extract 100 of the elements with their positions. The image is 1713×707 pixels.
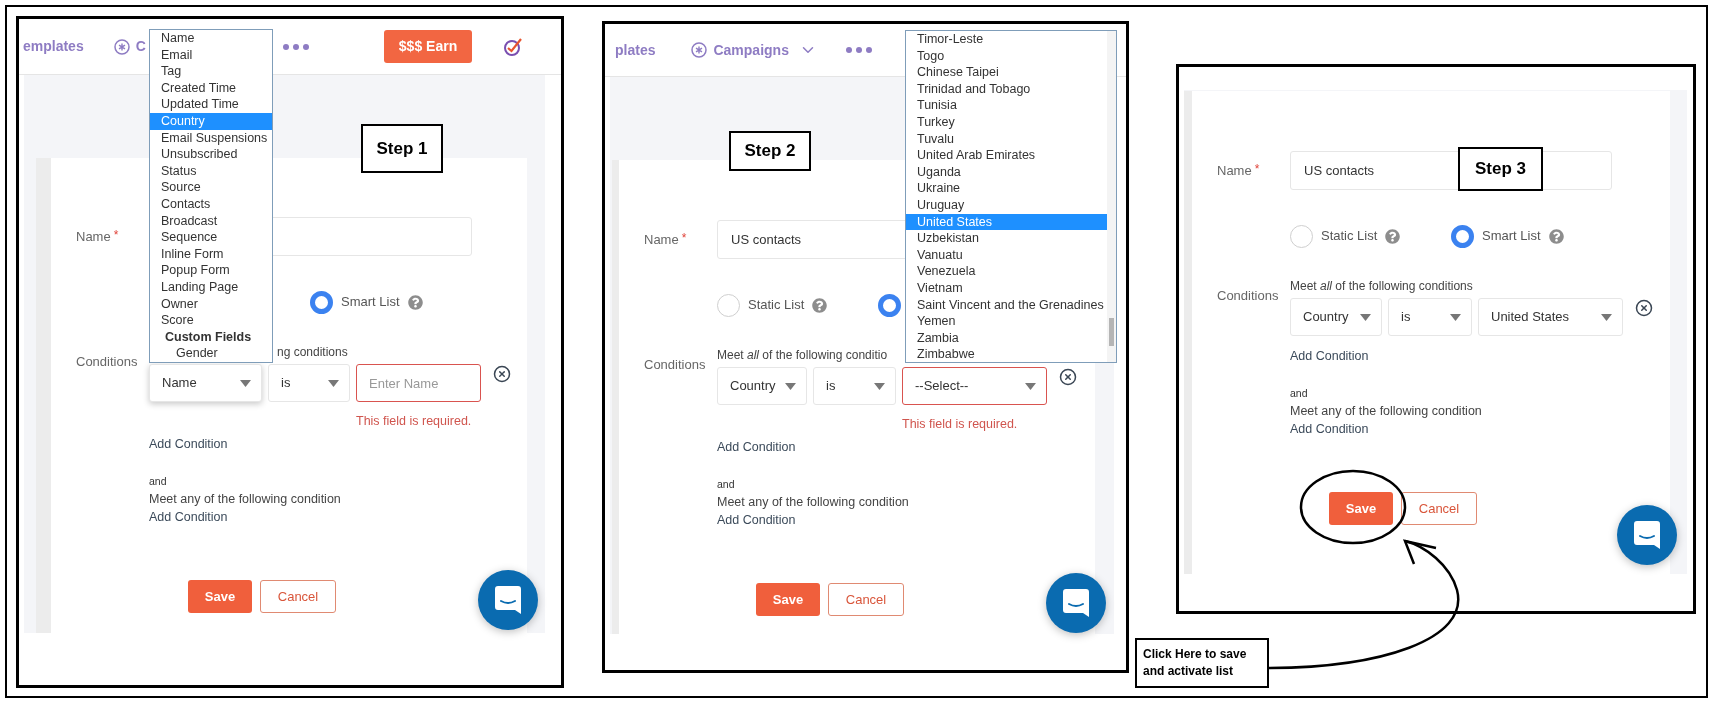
add-condition-link[interactable]: Add Condition xyxy=(149,508,228,526)
add-condition-link[interactable]: Add Condition xyxy=(1290,348,1369,364)
remove-icon[interactable] xyxy=(493,365,511,383)
dropdown-option[interactable]: Created Time xyxy=(150,79,272,97)
help-icon[interactable] xyxy=(1385,228,1401,244)
radio-button[interactable] xyxy=(717,293,740,317)
add-condition-link[interactable]: Add Condition xyxy=(1290,420,1369,438)
radio-button[interactable] xyxy=(878,293,901,317)
dropdown-option[interactable]: Turkey xyxy=(906,113,1107,131)
dropdown-option[interactable]: Ukraine xyxy=(906,180,1107,197)
add-condition-link[interactable]: Add Condition xyxy=(717,511,796,529)
any-conditions-intro: Meet any of the following condition xyxy=(717,494,909,511)
dropdown-option[interactable]: Sequence xyxy=(150,229,272,246)
help-icon[interactable] xyxy=(1548,228,1564,244)
dropdown-option[interactable]: Zambia xyxy=(906,329,1107,347)
more-icon[interactable] xyxy=(281,42,310,51)
step-label: Step 1 xyxy=(361,124,443,173)
scrollbar-thumb[interactable] xyxy=(1109,318,1114,346)
field-label: Name xyxy=(1217,161,1252,180)
dropdown-option[interactable]: Gender xyxy=(150,345,272,362)
dropdown-option[interactable]: Uruguay xyxy=(906,196,1107,214)
dropdown-option[interactable]: United Arab Emirates xyxy=(906,147,1107,164)
dropdown-option[interactable]: Vietnam xyxy=(906,279,1107,297)
add-condition-link[interactable]: Add Condition xyxy=(717,439,796,455)
dropdown-option[interactable]: Uganda xyxy=(906,163,1107,181)
radio-button[interactable] xyxy=(1290,224,1313,248)
caret-icon xyxy=(1360,313,1371,321)
dropdown-option[interactable]: Tag xyxy=(150,63,272,80)
dropdown-option[interactable]: Inline Form xyxy=(150,245,272,263)
dropdown-option[interactable]: Email xyxy=(150,46,272,64)
nav-link[interactable]: plates xyxy=(615,39,656,61)
select-field[interactable]: Country xyxy=(717,367,807,405)
radio-label[interactable]: Static List xyxy=(748,295,805,315)
cancel-button[interactable]: Cancel xyxy=(828,583,904,616)
nav-menu-link[interactable]: C xyxy=(113,36,146,57)
select-field[interactable]: is xyxy=(268,364,350,402)
conditions-intro: Meet all of the following conditio xyxy=(717,347,888,363)
radio-button[interactable] xyxy=(310,290,333,314)
dropdown-option[interactable]: Timor-Leste xyxy=(906,31,1107,48)
radio-label[interactable]: Static List xyxy=(1321,226,1378,246)
remove-icon[interactable] xyxy=(1635,299,1653,317)
asterisk-circle-icon xyxy=(691,42,708,58)
chat-icon xyxy=(495,586,521,614)
dropdown-option[interactable]: Broadcast xyxy=(150,212,272,230)
nav-menu-link[interactable]: Campaigns xyxy=(691,39,817,61)
dropdown-option[interactable]: Zimbabwe xyxy=(906,346,1107,362)
conditions-intro: ng conditions xyxy=(277,344,348,360)
select-field[interactable]: Country xyxy=(1290,298,1382,336)
select-field[interactable]: is xyxy=(813,367,896,405)
add-condition-link[interactable]: Add Condition xyxy=(149,436,228,452)
dropdown-option[interactable]: Status xyxy=(150,162,272,180)
step-label: Step 3 xyxy=(1458,147,1543,191)
cancel-button[interactable]: Cancel xyxy=(1401,492,1477,525)
dropdown-option[interactable]: Score xyxy=(150,312,272,329)
caret-icon xyxy=(1025,382,1036,390)
field-label: Conditions xyxy=(644,356,707,374)
dropdown-option[interactable]: Popup Form xyxy=(150,262,272,279)
error-message: This field is required. xyxy=(356,413,473,429)
dropdown-option[interactable]: Contacts xyxy=(150,195,272,213)
dropdown-option[interactable]: Yemen xyxy=(906,313,1107,330)
step-label: Step 2 xyxy=(729,131,811,171)
help-icon[interactable] xyxy=(812,297,828,313)
caret-icon xyxy=(328,379,339,387)
select-field[interactable]: --Select-- xyxy=(902,367,1047,405)
required-mark: * xyxy=(1254,160,1260,178)
remove-icon[interactable] xyxy=(1059,368,1077,386)
dropdown-option[interactable]: Owner xyxy=(150,295,272,313)
field-label: Conditions xyxy=(1217,287,1280,305)
dropdown-option[interactable]: Trinidad and Tobago xyxy=(906,80,1107,98)
asterisk-circle-icon xyxy=(113,38,130,55)
radio-button[interactable] xyxy=(1451,224,1474,248)
dropdown-option[interactable]: Tunisia xyxy=(906,97,1107,114)
radio-label[interactable]: Smart List xyxy=(341,292,400,312)
radio-label[interactable]: Smart List xyxy=(1482,226,1541,246)
dropdown-option[interactable]: Updated Time xyxy=(150,96,272,113)
dropdown-option[interactable]: Chinese Taipei xyxy=(906,64,1107,81)
field-label: Name xyxy=(644,230,679,249)
dropdown-option[interactable]: Email Suspensions xyxy=(150,129,272,147)
select-field[interactable]: United States xyxy=(1478,298,1623,336)
joiner-text: and xyxy=(149,474,167,488)
dropdown-option[interactable]: Name xyxy=(150,30,272,47)
more-icon[interactable] xyxy=(844,46,873,54)
help-icon[interactable] xyxy=(407,294,423,310)
field-label: Conditions xyxy=(76,353,139,371)
joiner-text: and xyxy=(717,477,735,491)
dropdown-option[interactable]: Saint Vincent and the Grenadines xyxy=(906,296,1107,314)
field-label: Name xyxy=(76,227,111,246)
nav-link[interactable]: emplates xyxy=(23,36,84,57)
any-conditions-intro: Meet any of the following condition xyxy=(1290,403,1482,420)
dropdown-option[interactable]: Tuvalu xyxy=(906,130,1107,148)
cancel-button[interactable]: Cancel xyxy=(260,580,336,613)
dropdown-option[interactable]: Venezuela xyxy=(906,263,1107,280)
dropdown-option[interactable]: Source xyxy=(150,179,272,196)
dropdown-option[interactable]: Landing Page xyxy=(150,278,272,296)
select-field[interactable]: is xyxy=(1388,298,1472,336)
select-field[interactable]: Name xyxy=(149,364,262,402)
dropdown-option[interactable]: Togo xyxy=(906,47,1107,65)
dropdown-option[interactable]: Unsubscribed xyxy=(150,146,272,163)
chat-icon xyxy=(1634,521,1660,549)
value-field[interactable]: Enter Name xyxy=(356,364,481,402)
